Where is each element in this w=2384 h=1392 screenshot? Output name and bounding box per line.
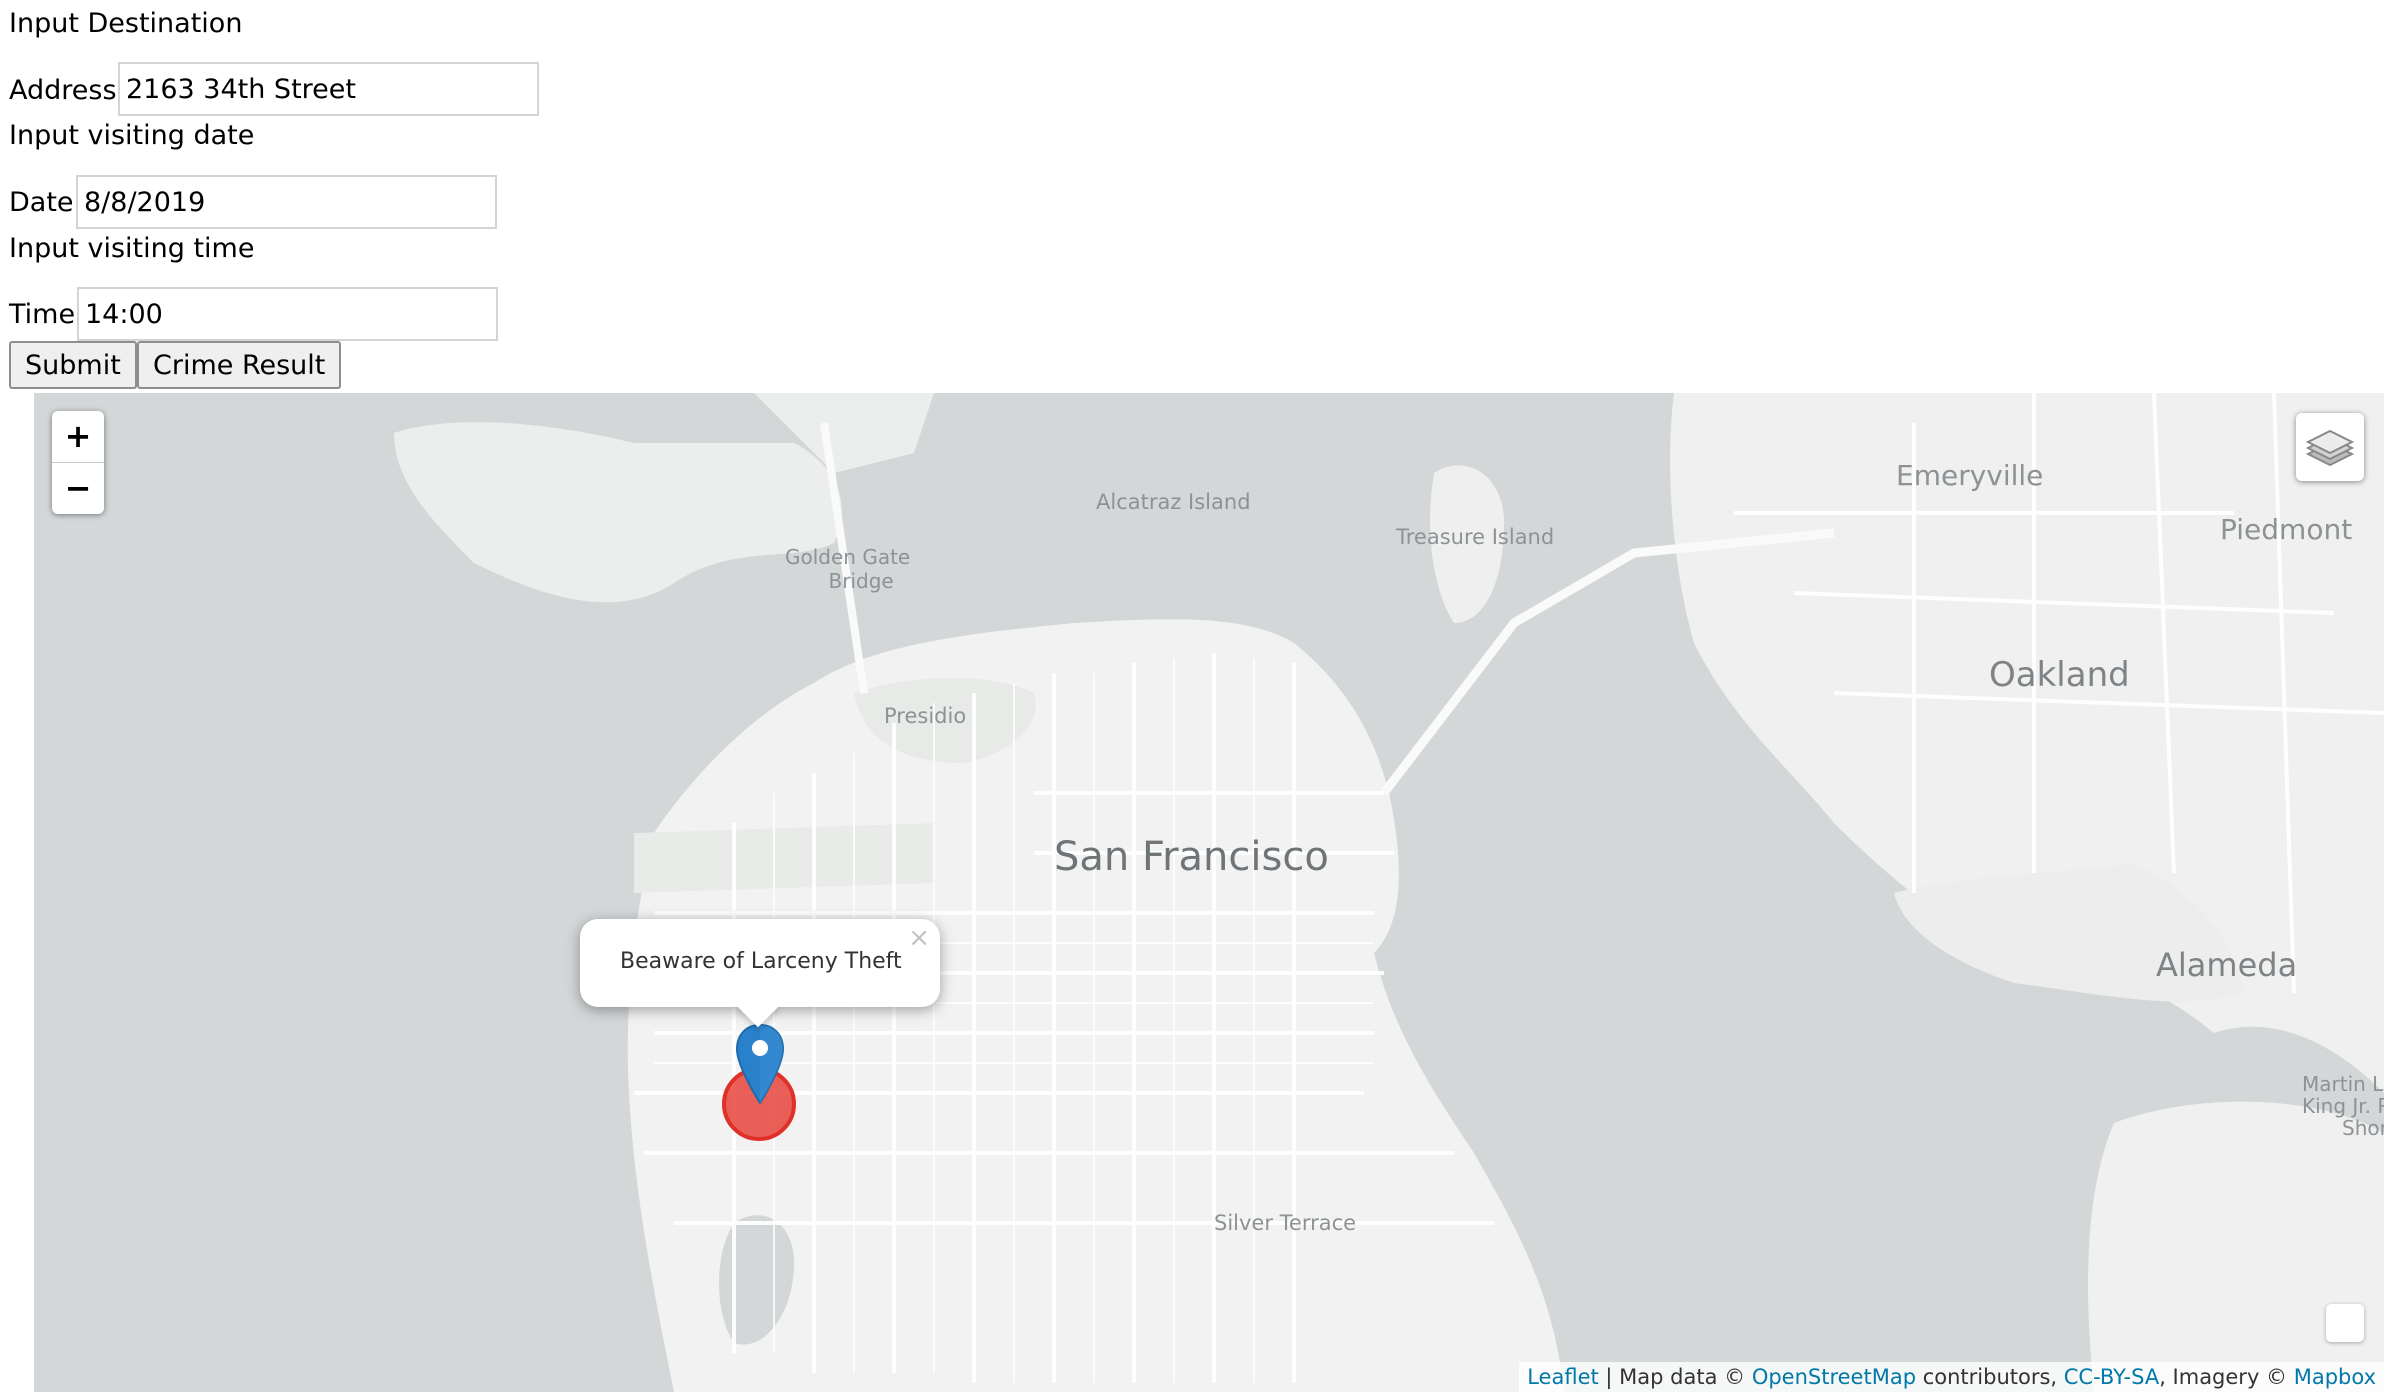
location-marker-icon[interactable] [735,1023,785,1105]
place-label-golden-gate-line1: Golden Gate [785,545,911,569]
place-label-golden-gate-line2: Bridge [828,569,894,593]
destination-heading: Input Destination [9,8,243,39]
submit-button[interactable]: Submit [9,341,137,389]
map-tiles [34,393,2384,1392]
address-label: Address [9,75,117,106]
popup-text: Beaware of Larceny Theft [620,949,902,974]
place-label-piedmont: Piedmont [2220,513,2353,546]
map-attribution: Leaflet | Map data © OpenStreetMap contr… [1519,1362,2384,1392]
map[interactable]: Alcatraz Island Golden Gate Bridge Treas… [34,393,2384,1392]
zoom-out-button[interactable]: − [52,462,104,514]
date-input[interactable] [76,175,497,229]
marker-popup: Beaware of Larceny Theft × [580,919,940,1028]
mapbox-link[interactable]: Mapbox [2294,1365,2376,1389]
map-corner-control[interactable] [2326,1304,2364,1342]
time-input[interactable] [77,287,498,341]
place-label-treasure-island: Treasure Island [1396,525,1555,549]
place-label-alcatraz: Alcatraz Island [1096,490,1251,514]
place-label-martin-line3: Shorel [2342,1116,2384,1140]
openstreetmap-link[interactable]: OpenStreetMap [1752,1365,1916,1389]
zoom-in-button[interactable]: + [52,411,104,462]
place-label-oakland: Oakland [1989,655,2130,695]
place-label-presidio: Presidio [884,704,967,728]
date-label: Date [9,187,74,218]
date-heading: Input visiting date [9,120,255,151]
cc-by-sa-link[interactable]: CC-BY-SA [2064,1365,2159,1389]
attribution-contributors: contributors, [1916,1365,2064,1389]
zoom-control: + − [52,411,104,514]
time-heading: Input visiting time [9,233,255,264]
layers-icon [2305,429,2355,467]
place-label-silver-terrace: Silver Terrace [1214,1211,1357,1235]
place-label-martin-line1: Martin L [2302,1072,2384,1096]
popup-close-icon[interactable]: × [908,925,930,951]
leaflet-link[interactable]: Leaflet [1527,1365,1599,1389]
place-label-san-francisco: San Francisco [1054,834,1329,880]
place-label-martin-luther-king: Martin L King Jr. Re Shorel [2302,1073,2384,1139]
place-label-martin-line2: King Jr. Re [2302,1094,2384,1118]
address-input[interactable] [118,62,539,116]
crime-result-button[interactable]: Crime Result [137,341,342,389]
time-label: Time [9,299,76,330]
layers-control-button[interactable] [2296,413,2364,481]
place-label-emeryville: Emeryville [1896,459,2044,492]
attribution-sep: | Map data © [1598,1365,1752,1389]
place-label-alameda: Alameda [2156,946,2298,984]
attribution-imagery: , Imagery © [2159,1365,2294,1389]
place-label-golden-gate: Golden Gate Bridge [785,545,910,593]
